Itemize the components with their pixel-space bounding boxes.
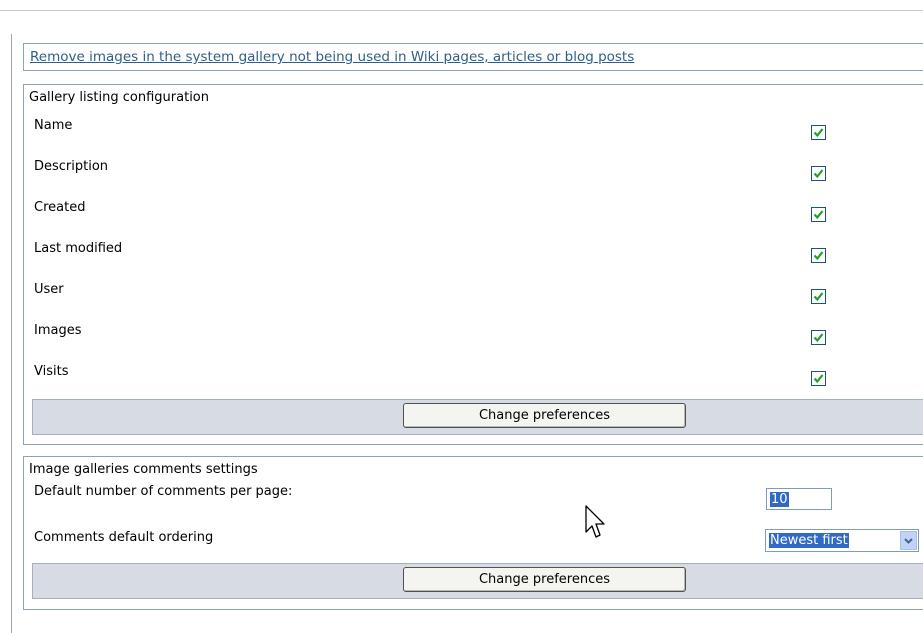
label-created: Created	[34, 200, 86, 215]
label-images: Images	[34, 323, 82, 338]
gallery-listing-fieldset: Gallery listing configuration Name Descr…	[23, 84, 923, 445]
label-visits: Visits	[34, 364, 69, 379]
checkbox-description[interactable]	[811, 166, 826, 181]
checkbox-last-modified[interactable]	[811, 248, 826, 263]
comments-button-bar: Change preferences	[32, 563, 923, 599]
label-description: Description	[34, 159, 109, 174]
label-user: User	[34, 282, 64, 297]
comments-ordering-value: Newest first	[769, 533, 849, 548]
change-preferences-button[interactable]: Change preferences	[403, 567, 686, 592]
check-mark-icon	[813, 210, 824, 220]
comments-per-page-label: Default number of comments per page:	[34, 484, 293, 499]
check-mark-icon	[813, 333, 824, 343]
check-mark-icon	[813, 374, 824, 384]
checkbox-images[interactable]	[811, 330, 826, 345]
checkbox-visits[interactable]	[811, 371, 826, 386]
top-divider	[0, 10, 923, 11]
checkbox-created[interactable]	[811, 207, 826, 222]
comments-settings-legend: Image galleries comments settings	[29, 462, 258, 477]
comments-ordering-label: Comments default ordering	[34, 530, 214, 545]
label-name: Name	[34, 118, 73, 133]
change-preferences-button[interactable]: Change preferences	[403, 403, 686, 428]
listing-button-bar: Change preferences	[32, 399, 923, 435]
comments-per-page-value: 10	[770, 492, 789, 507]
comments-per-page-input[interactable]: 10	[766, 488, 832, 510]
gallery-listing-legend: Gallery listing configuration	[29, 90, 209, 105]
remove-unused-images-link[interactable]: Remove images in the system gallery not …	[30, 49, 634, 65]
chevron-down-icon[interactable]	[900, 531, 917, 550]
checkbox-user[interactable]	[811, 289, 826, 304]
checkbox-name[interactable]	[811, 125, 826, 140]
comments-ordering-select[interactable]: Newest first	[765, 529, 919, 552]
cleanup-link-box: Remove images in the system gallery not …	[23, 43, 923, 71]
comments-settings-fieldset: Image galleries comments settings Defaul…	[23, 456, 923, 610]
mouse-cursor-icon	[585, 505, 605, 538]
check-mark-icon	[813, 251, 824, 261]
label-last-modified: Last modified	[34, 241, 123, 256]
check-mark-icon	[813, 169, 824, 179]
left-divider	[11, 34, 12, 633]
check-mark-icon	[813, 292, 824, 302]
check-mark-icon	[813, 128, 824, 138]
